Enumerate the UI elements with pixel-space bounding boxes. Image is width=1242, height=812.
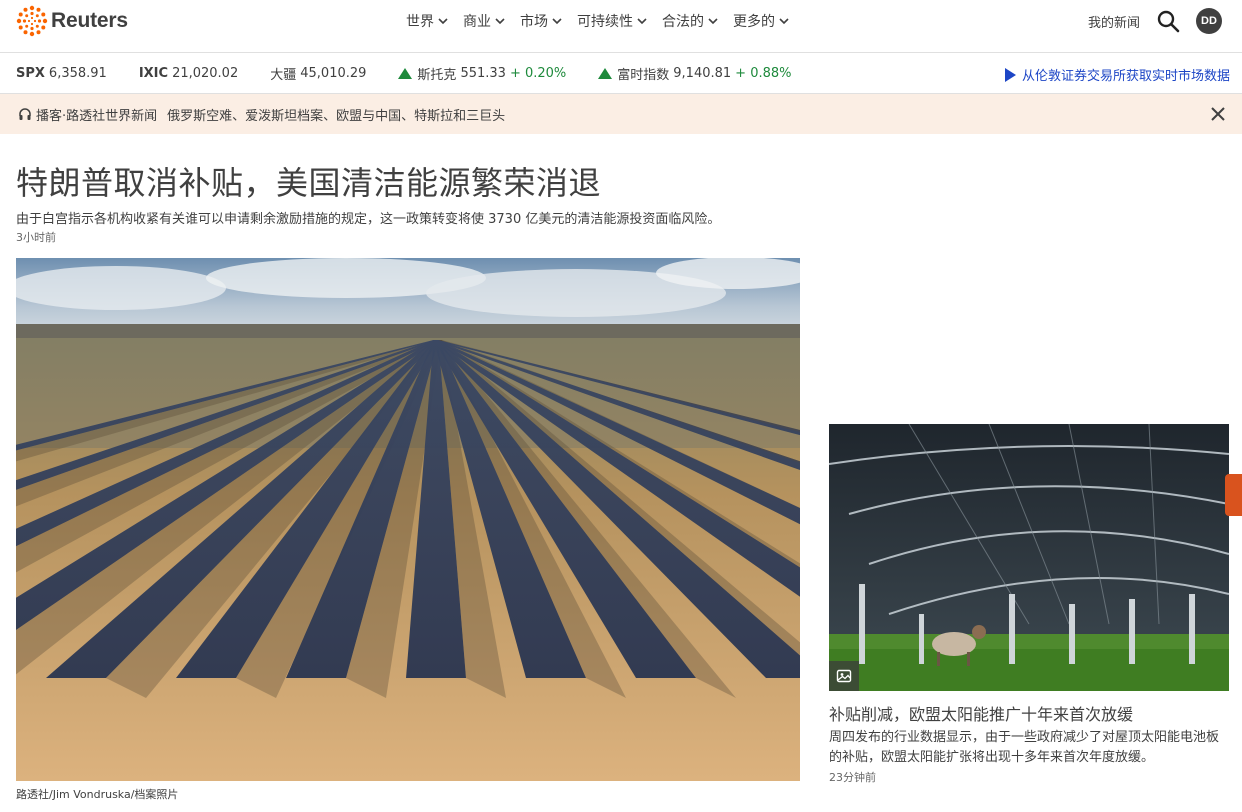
main-headline[interactable]: 特朗普取消补贴，美国清洁能源繁荣消退 bbox=[16, 158, 601, 204]
nav-item-business[interactable]: 商业 bbox=[463, 11, 506, 31]
search-icon[interactable] bbox=[1156, 9, 1180, 33]
main-article-image[interactable] bbox=[16, 258, 800, 781]
reuters-logo-icon bbox=[16, 5, 48, 37]
nav-item-world[interactable]: 世界 bbox=[406, 11, 449, 31]
main-nav: 世界 商业 市场 可持续性 合法的 更多的 bbox=[406, 11, 804, 31]
ticker-change: + 0.88% bbox=[735, 65, 792, 81]
reuters-logo[interactable]: Reuters bbox=[16, 5, 128, 37]
ticker-change: + 0.20% bbox=[509, 65, 567, 81]
chevron-down-icon bbox=[438, 18, 448, 25]
up-arrow-icon bbox=[398, 67, 413, 79]
ticker-value: 45,010.29 bbox=[300, 65, 367, 81]
ticker-symbol: 斯托克 bbox=[417, 67, 457, 83]
ticker-value: 21,020.02 bbox=[172, 65, 239, 81]
ticker-spx[interactable]: SPX 6,358.91 bbox=[16, 66, 107, 81]
nav-label: 商业 bbox=[463, 14, 491, 30]
market-ticker-bar: SPX 6,358.91 IXIC 21,020.02 大疆 45,010.29… bbox=[0, 52, 1242, 94]
side-summary: 周四发布的行业数据显示，由于一些政府减少了对屋顶太阳能电池板的补贴，欧盟太阳能扩… bbox=[829, 730, 1220, 765]
ticker-ftse[interactable]: 富时指数 9,140.81 + 0.88% bbox=[598, 64, 792, 83]
chevron-down-icon bbox=[779, 18, 789, 25]
gallery-badge bbox=[829, 661, 859, 691]
headphones-icon bbox=[19, 108, 31, 120]
image-credit: 路透社/Jim Vondruska/档案照片 bbox=[16, 788, 179, 801]
nav-item-markets[interactable]: 市场 bbox=[520, 11, 563, 31]
nav-label: 世界 bbox=[406, 14, 434, 30]
main-timestamp: 3小时前 bbox=[16, 231, 56, 244]
main-summary: 由于白宫指示各机构收紧有关谁可以申请剩余激励措施的规定，这一政策转变将使 373… bbox=[16, 212, 721, 227]
chevron-down-icon bbox=[552, 18, 562, 25]
side-timestamp: 23分钟前 bbox=[829, 771, 876, 784]
site-header: Reuters 世界 商业 市场 可持续性 合法的 更多的 我的新闻 DD bbox=[0, 0, 1242, 44]
nav-item-sustainability[interactable]: 可持续性 bbox=[577, 11, 648, 31]
close-icon[interactable] bbox=[1210, 106, 1226, 122]
ticker-stoxx[interactable]: 斯托克 551.33 + 0.20% bbox=[398, 64, 566, 83]
solar-farm-photo bbox=[16, 258, 800, 781]
avatar[interactable]: DD bbox=[1196, 8, 1222, 34]
ticker-symbol: IXIC bbox=[138, 65, 169, 81]
ticker-symbol: 大疆 bbox=[270, 67, 297, 83]
chevron-down-icon bbox=[708, 18, 718, 25]
logo-text: Reuters bbox=[51, 9, 128, 32]
nav-label: 市场 bbox=[520, 14, 548, 30]
nav-label: 合法的 bbox=[662, 14, 704, 30]
ticker-symbol: SPX bbox=[16, 65, 45, 81]
podcast-topics: 俄罗斯空难、爱泼斯坦档案、欧盟与中国、特斯拉和三巨头 bbox=[167, 108, 506, 124]
up-arrow-icon bbox=[598, 67, 613, 79]
side-headline[interactable]: 补贴削减，欧盟太阳能推广十年来首次放缓 bbox=[829, 701, 1133, 725]
sheep-under-panels-photo bbox=[829, 424, 1229, 691]
chevron-down-icon bbox=[495, 18, 505, 25]
nav-label: 更多的 bbox=[733, 14, 775, 30]
nav-item-more[interactable]: 更多的 bbox=[733, 11, 790, 31]
feedback-tab[interactable] bbox=[1225, 474, 1242, 516]
podcast-label: 播客·路透社世界新闻 bbox=[36, 108, 158, 124]
ticker-dji[interactable]: 大疆 45,010.29 bbox=[270, 64, 366, 83]
ticker-value: 9,140.81 bbox=[673, 65, 732, 81]
ticker-value: 6,358.91 bbox=[48, 65, 107, 81]
lseg-data-link[interactable]: 从伦敦证券交易所获取实时市场数据 bbox=[1004, 65, 1230, 84]
chevron-down-icon bbox=[637, 18, 647, 25]
nav-item-legal[interactable]: 合法的 bbox=[662, 11, 719, 31]
side-article-image[interactable] bbox=[829, 424, 1229, 691]
ticker-symbol: 富时指数 bbox=[617, 67, 670, 83]
image-icon bbox=[836, 669, 852, 683]
play-arrow-icon bbox=[1004, 67, 1016, 82]
podcast-banner[interactable]: 播客·路透社世界新闻 俄罗斯空难、爱泼斯坦档案、欧盟与中国、特斯拉和三巨头 bbox=[0, 94, 1242, 134]
ticker-value: 551.33 bbox=[460, 65, 506, 81]
my-news-link[interactable]: 我的新闻 bbox=[1088, 12, 1140, 31]
lseg-data-link-label: 从伦敦证券交易所获取实时市场数据 bbox=[1021, 69, 1230, 84]
ticker-ixic[interactable]: IXIC 21,020.02 bbox=[139, 66, 238, 81]
nav-label: 可持续性 bbox=[577, 14, 633, 30]
header-actions: 我的新闻 DD bbox=[1088, 8, 1222, 34]
